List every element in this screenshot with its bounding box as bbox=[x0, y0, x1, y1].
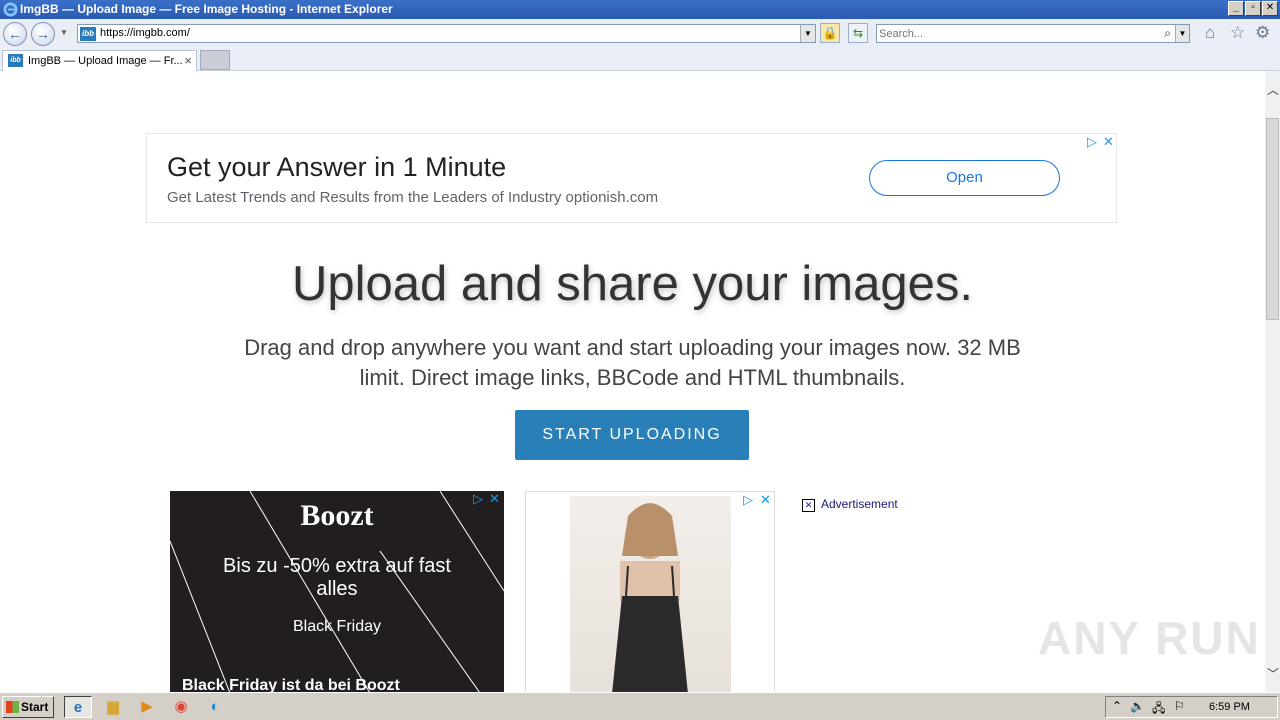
search-box[interactable]: ⌕ ▼ bbox=[876, 24, 1190, 43]
tab-title: ImgBB — Upload Image — Fr... bbox=[28, 55, 183, 67]
forward-arrow-icon: → bbox=[36, 26, 50, 42]
start-label: Start bbox=[21, 700, 49, 714]
internet-explorer-icon: e bbox=[73, 699, 83, 716]
address-bar[interactable]: ibb https://imgbb.com/ ▼ bbox=[77, 24, 816, 43]
taskbar-media-player[interactable]: ▶ bbox=[133, 696, 161, 718]
scroll-up-icon[interactable]: ︿ bbox=[1267, 81, 1279, 98]
refresh-icon: ⇆ bbox=[852, 26, 864, 40]
window-title: ImgBB — Upload Image — Free Image Hostin… bbox=[20, 2, 393, 16]
forward-button[interactable]: → bbox=[31, 22, 55, 46]
restore-button[interactable]: ▫ bbox=[1245, 1, 1261, 16]
page-content: Get your Answer in 1 Minute Get Latest T… bbox=[0, 71, 1265, 692]
vertical-scrollbar[interactable]: ︿ ﹀ bbox=[1265, 71, 1280, 692]
start-button[interactable]: Start bbox=[2, 696, 54, 718]
internet-explorer-icon bbox=[3, 2, 18, 17]
swimsuit-model-image[interactable] bbox=[570, 496, 731, 692]
folder-icon: ▆ bbox=[107, 698, 119, 715]
boozt-footer: Black Friday ist da bei Boozt bbox=[182, 677, 400, 692]
history-dropdown-icon[interactable]: ▼ bbox=[60, 28, 68, 37]
media-player-icon: ▶ bbox=[141, 698, 153, 715]
adchoices-icon[interactable]: ▷ bbox=[743, 492, 753, 508]
favorites-star-icon[interactable]: ☆ bbox=[1230, 23, 1245, 43]
new-tab-button[interactable] bbox=[200, 50, 230, 70]
top-ad-banner[interactable]: Get your Answer in 1 Minute Get Latest T… bbox=[146, 133, 1117, 223]
scrollbar-thumb[interactable] bbox=[1266, 118, 1279, 320]
boozt-event: Black Friday bbox=[292, 618, 382, 635]
taskbar: Start e ▆ ▶ ◉ ◐ ⌃ 🔈 🖧 ⚐ 6:59 PM bbox=[0, 692, 1280, 720]
action-center-flag-icon[interactable]: ⚐ bbox=[1174, 699, 1185, 713]
address-dropdown-icon[interactable]: ▼ bbox=[800, 25, 815, 42]
clock[interactable]: 6:59 PM bbox=[1209, 701, 1250, 713]
back-button[interactable]: ← bbox=[3, 22, 27, 46]
ad-close-icon[interactable]: ✕ bbox=[1103, 134, 1114, 150]
swimwear-ad[interactable]: ▷ ✕ bbox=[525, 491, 775, 692]
edge-icon: ◐ bbox=[210, 698, 220, 715]
chrome-icon: ◉ bbox=[174, 698, 188, 715]
advertisement-text[interactable]: Advertisement bbox=[821, 497, 898, 511]
navigation-bar: ← → ▼ ibb https://imgbb.com/ ▼ 🔒 ⇆ ⌕ ▼ ⌂… bbox=[0, 19, 1280, 48]
tab-bar: ibb ImgBB — Upload Image — Fr... × bbox=[0, 48, 1280, 71]
security-lock-button[interactable]: 🔒 bbox=[820, 23, 840, 43]
system-tray: ⌃ 🔈 🖧 ⚐ 6:59 PM bbox=[1105, 696, 1278, 718]
boozt-offer: Bis zu -50% extra auf fast alles bbox=[223, 555, 451, 600]
boozt-logo: Boozt bbox=[300, 499, 374, 532]
volume-icon[interactable]: 🔈 bbox=[1130, 699, 1145, 713]
page-title: Upload and share your images. bbox=[292, 257, 973, 311]
minimize-button[interactable]: _ bbox=[1228, 1, 1244, 16]
broken-image-icon: ✕ bbox=[802, 499, 815, 512]
address-url[interactable]: https://imgbb.com/ bbox=[100, 27, 190, 39]
anyrun-watermark: ANY RUN bbox=[1038, 612, 1261, 664]
taskbar-internet-explorer[interactable]: e bbox=[64, 696, 92, 718]
ad-description: Get Latest Trends and Results from the L… bbox=[167, 189, 659, 206]
page-subtitle: Drag and drop anywhere you want and star… bbox=[244, 335, 1021, 390]
search-input[interactable] bbox=[879, 26, 1149, 41]
tab-imgbb[interactable]: ibb ImgBB — Upload Image — Fr... × bbox=[2, 50, 197, 71]
adchoices-icon[interactable]: ▷ bbox=[473, 491, 483, 507]
home-icon[interactable]: ⌂ bbox=[1205, 23, 1215, 43]
taskbar-edge[interactable]: ◐ bbox=[201, 696, 229, 718]
ad-headline[interactable]: Get your Answer in 1 Minute bbox=[167, 152, 506, 183]
advertisement-label[interactable]: ✕ Advertisement bbox=[802, 497, 898, 512]
adchoices-icon[interactable]: ▷ bbox=[1087, 134, 1097, 150]
start-uploading-button[interactable]: START UPLOADING bbox=[515, 410, 749, 460]
taskbar-file-explorer[interactable]: ▆ bbox=[99, 696, 127, 718]
show-hidden-icons-icon[interactable]: ⌃ bbox=[1112, 699, 1122, 713]
windows-logo-icon bbox=[6, 701, 19, 713]
site-favicon: ibb bbox=[80, 27, 96, 41]
taskbar-chrome[interactable]: ◉ bbox=[167, 696, 195, 718]
search-dropdown-icon[interactable]: ▼ bbox=[1175, 25, 1189, 42]
search-icon[interactable]: ⌕ bbox=[1164, 26, 1171, 41]
close-window-button[interactable]: ✕ bbox=[1262, 1, 1278, 16]
tab-close-icon[interactable]: × bbox=[184, 53, 192, 68]
lock-icon: 🔒 bbox=[822, 26, 838, 40]
boozt-ad[interactable]: Boozt Bis zu -50% extra auf fast alles B… bbox=[170, 491, 504, 692]
refresh-button[interactable]: ⇆ bbox=[848, 23, 868, 43]
network-icon[interactable]: 🖧 bbox=[1152, 699, 1165, 720]
ad-open-button[interactable]: Open bbox=[869, 160, 1060, 196]
back-arrow-icon: ← bbox=[8, 26, 22, 42]
tab-favicon: ibb bbox=[8, 54, 23, 67]
scroll-down-icon[interactable]: ﹀ bbox=[1267, 665, 1279, 682]
ad-close-icon[interactable]: ✕ bbox=[489, 491, 500, 507]
ad-close-icon[interactable]: ✕ bbox=[760, 492, 771, 508]
settings-gear-icon[interactable]: ⚙ bbox=[1255, 23, 1270, 43]
window-titlebar: ImgBB — Upload Image — Free Image Hostin… bbox=[0, 0, 1280, 19]
